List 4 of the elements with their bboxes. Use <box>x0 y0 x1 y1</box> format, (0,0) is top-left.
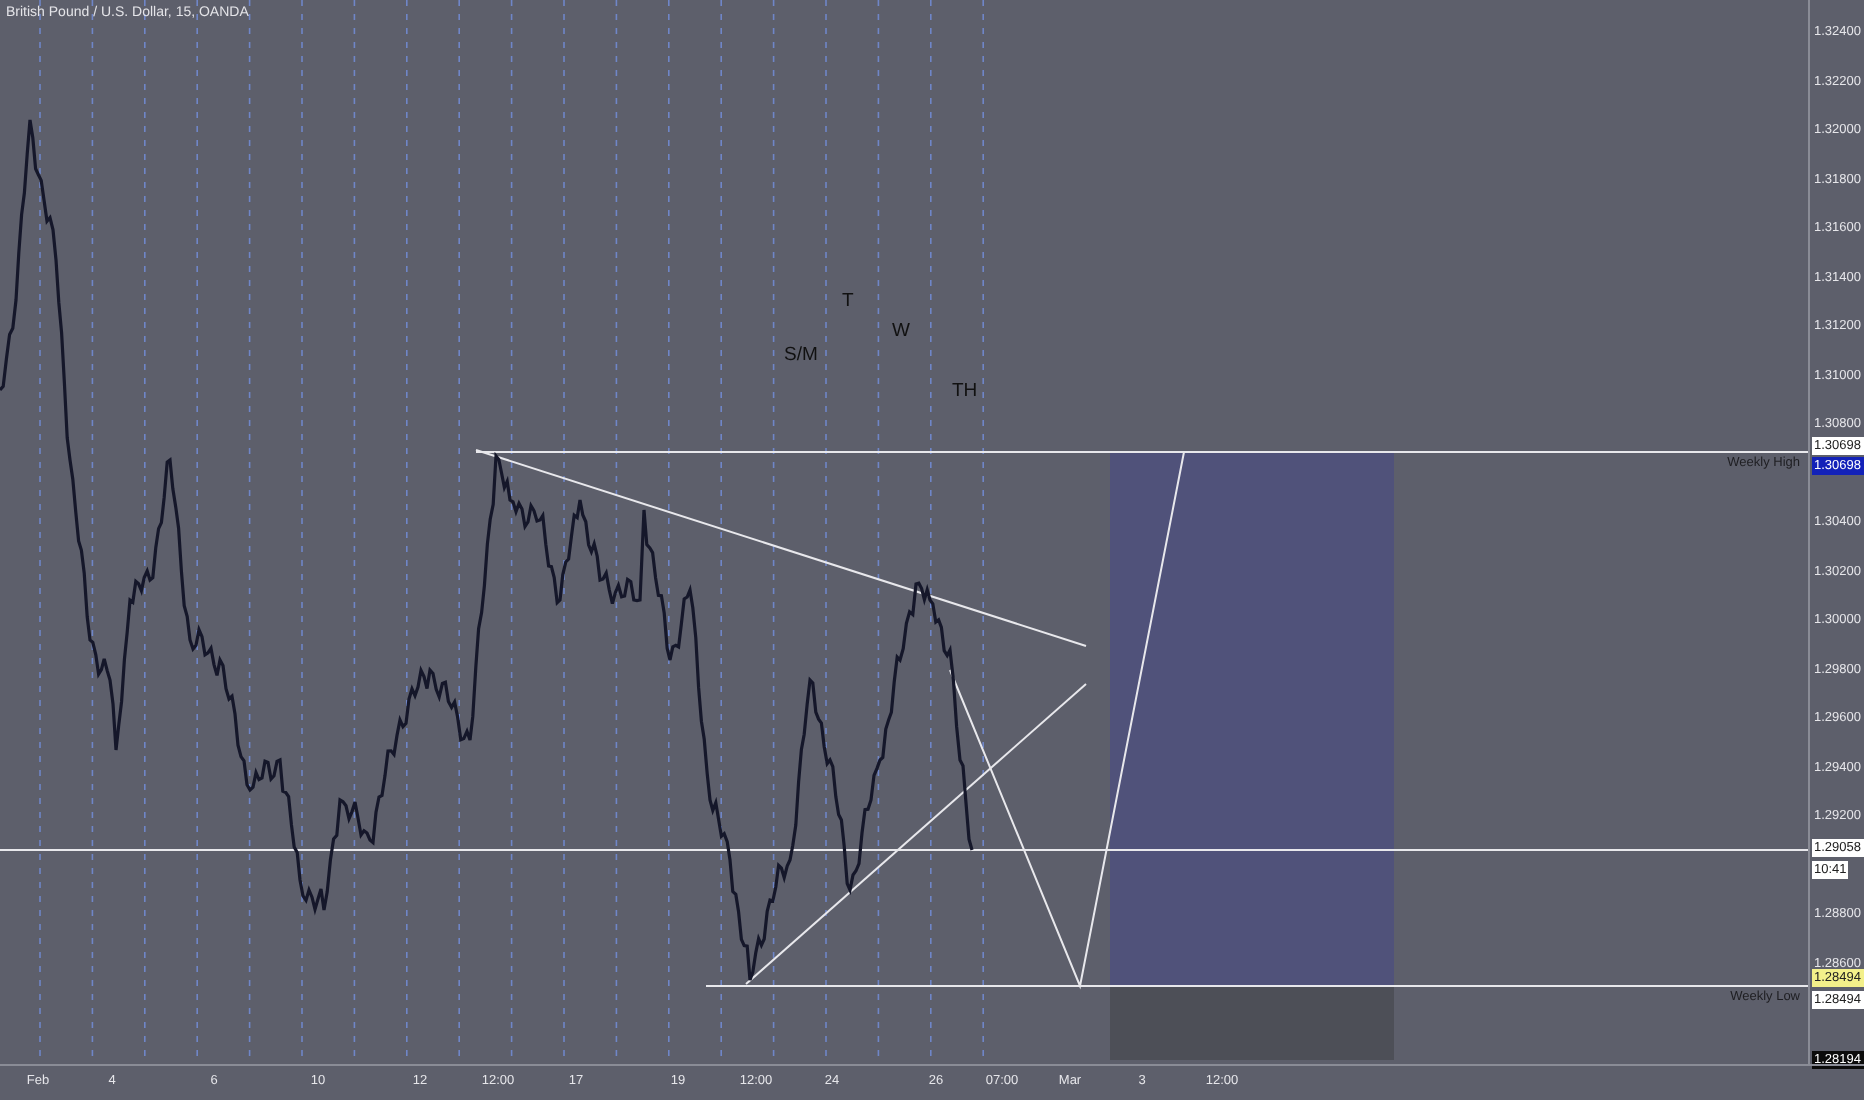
chart-annotation: TH <box>952 380 978 402</box>
chart-annotation: S/M <box>784 344 818 366</box>
chart-annotation: W <box>892 320 910 342</box>
chart-annotation: T <box>842 290 854 312</box>
